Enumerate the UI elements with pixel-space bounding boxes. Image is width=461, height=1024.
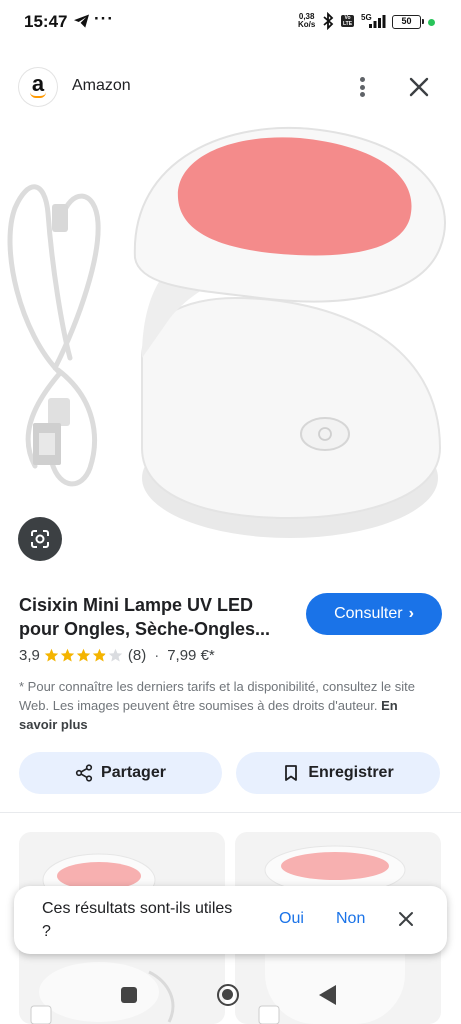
amazon-smile-icon [30,92,46,98]
product-title[interactable]: Cisixin Mini Lampe UV LED pour Ongles, S… [19,593,294,641]
system-nav-bar [0,966,461,1024]
usb-a-plug [48,398,70,426]
bookmark-icon [285,765,298,781]
battery-icon: 50 [392,15,424,29]
feedback-question: Ces résultats sont-ils utiles ? [42,900,233,940]
amazon-logo: a [19,68,57,106]
network-speed: 0,38 Ko/s [298,13,315,29]
star-icon [44,648,59,662]
status-more-notifications: ··· [94,9,114,28]
chevron-right-icon: › [408,605,414,622]
rating-row: 3,9 (8) · 7,99 €* [19,647,215,664]
product-image[interactable] [0,118,461,580]
volte-icon: Vo LTE [341,15,354,27]
disclaimer: * Pour connaître les derniers tarifs et … [19,677,429,734]
rating-stars [44,648,124,663]
more-options-icon[interactable] [350,74,374,100]
share-button[interactable]: Partager [19,752,222,794]
back-icon[interactable] [319,985,336,1005]
status-bar: 15:47 ··· 0,38 Ko/s Vo LTE 5G 50 [0,0,461,44]
star-icon [60,648,75,662]
close-icon[interactable] [406,74,432,100]
result-header: a Amazon [0,56,461,118]
share-icon [75,764,93,782]
usb-c-connector [52,204,68,232]
consult-button[interactable]: Consulter › [306,593,442,635]
star-icon [76,648,91,662]
product-price: 7,99 €* [167,647,215,664]
consult-button-label: Consulter [334,605,403,622]
telegram-icon [74,14,89,28]
network-speed-unit: Ko/s [298,20,316,29]
privacy-indicator-dot [428,19,435,26]
lens-icon [31,530,49,548]
save-button[interactable]: Enregistrer [236,752,440,794]
section-divider [0,812,461,813]
share-label: Partager [101,764,166,781]
source-name[interactable]: Amazon [72,77,131,95]
feedback-card: Ces résultats sont-ils utiles ? Oui Non [14,886,447,954]
disclaimer-text: * Pour connaître les derniers tarifs et … [19,679,415,713]
separator-dot: · [154,647,160,664]
home-icon[interactable] [217,984,239,1006]
close-icon[interactable] [398,911,414,927]
star-icon [108,648,123,662]
signal-icon [369,15,386,28]
recent-apps-icon[interactable] [121,987,137,1003]
bluetooth-icon [323,12,334,30]
status-time: 15:47 [24,12,68,31]
rating-value: 3,9 [19,647,40,664]
product-title-line-2: pour Ongles, Sèche-Ongles... [19,619,271,639]
feedback-yes-button[interactable]: Oui [279,910,304,928]
save-label: Enregistrer [308,764,394,781]
review-count: (8) [127,647,147,664]
google-lens-button[interactable] [18,517,62,561]
feedback-no-button[interactable]: Non [336,910,365,928]
product-title-line-1: Cisixin Mini Lampe UV LED [19,595,254,615]
uv-lamp-illustration [133,126,446,538]
star-icon [92,648,107,662]
